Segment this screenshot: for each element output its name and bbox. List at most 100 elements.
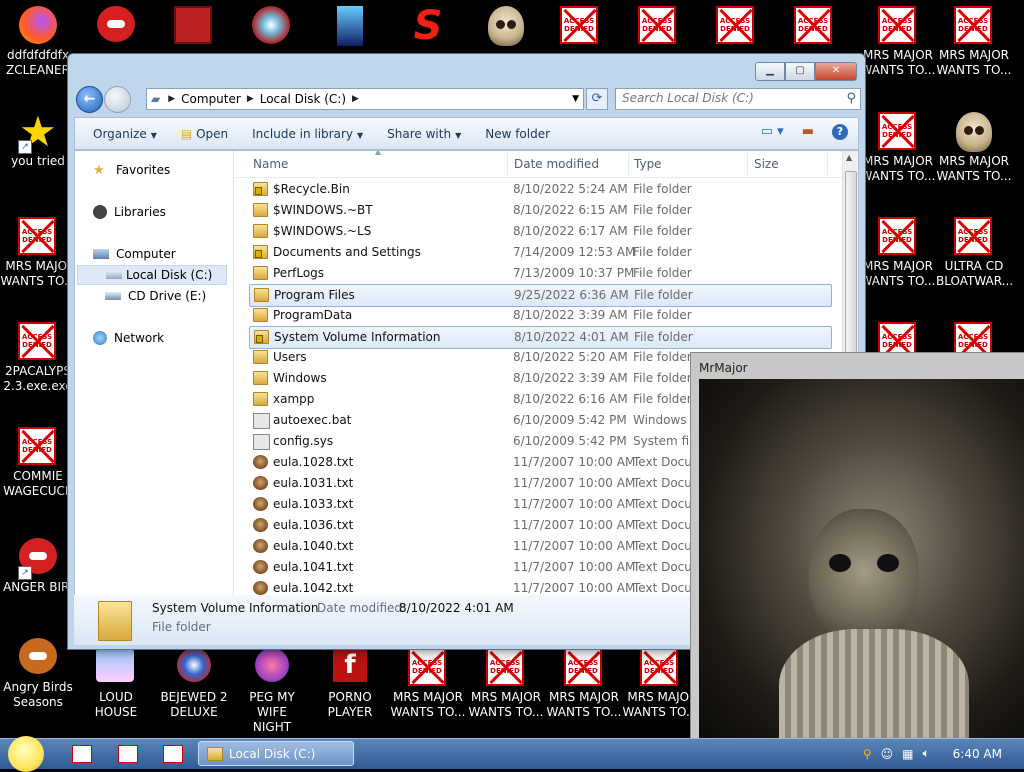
back-button[interactable]: ←	[76, 86, 103, 113]
desktop-icon-mrs-major-r3[interactable]: ACCESS DENIED MRS MAJOR WANTS TO...	[860, 112, 936, 184]
desktop-icon-blue-app[interactable]	[312, 6, 388, 46]
minimize-button[interactable]: ▁	[755, 62, 785, 81]
desktop-icon-loud-house[interactable]: LOUD HOUSE	[78, 648, 154, 720]
refresh-button[interactable]: ⟳	[586, 88, 608, 110]
desktop-icon-mrs-major-b3[interactable]: ACCESS DENIED MRS MAJOR WANTS TO...	[546, 648, 622, 720]
mrmajor-popup[interactable]: MrMajor	[690, 352, 1024, 769]
nav-libraries[interactable]: Libraries	[93, 205, 166, 219]
desktop-icon-label: you tried	[11, 154, 65, 168]
file-row[interactable]: ProgramData 8/10/2022 3:39 AM File folder	[249, 305, 832, 326]
nav-local-disk[interactable]: Local Disk (C:)	[77, 265, 227, 285]
breadcrumb-local-disk[interactable]: Local Disk (C:)	[254, 89, 352, 109]
column-type[interactable]: Type	[634, 157, 662, 171]
column-date-modified[interactable]: Date modified	[514, 157, 599, 171]
desktop-icon-bejeweled-2[interactable]: BEJEWED 2 DELUXE	[156, 648, 232, 720]
nav-computer[interactable]: Computer	[93, 247, 176, 261]
desktop-icon-anger-birds[interactable]: ↗ ANGER BIRI	[0, 538, 76, 595]
desktop-icon-mrs-major-r1[interactable]: ACCESS DENIED MRS MAJOR WANTS TO...	[860, 6, 936, 78]
search-input[interactable]	[616, 89, 838, 107]
scrollbar-thumb[interactable]	[845, 171, 857, 373]
file-row[interactable]: $WINDOWS.~BT 8/10/2022 6:15 AM File folder	[249, 200, 832, 221]
desktop-icon-denied-top-4[interactable]: ACCESS DENIED	[776, 6, 852, 46]
desktop-icon-label: LOUD HOUSE	[94, 690, 138, 719]
desktop-icon-2pacalypse[interactable]: ACCESS DENIED 2PACALYPS 2.3.exe.exe	[0, 322, 76, 394]
nav-cd-drive[interactable]: CD Drive (E:)	[105, 289, 206, 303]
desktop-icon-mrs-major-r5[interactable]: ACCESS DENIED MRS MAJOR WANTS TO...	[860, 217, 936, 289]
text-file-icon	[253, 560, 268, 574]
desktop-icon-skull[interactable]	[468, 6, 544, 46]
desktop-icon-s-app[interactable]: S	[390, 6, 466, 46]
breadcrumb-separator-icon[interactable]: ▶	[168, 89, 175, 109]
preview-pane-icon[interactable]: ▬	[802, 124, 814, 140]
desktop-icon-firefox[interactable]: ddfdfdfdfx ZCLEANER	[0, 6, 76, 78]
share-with-button[interactable]: Share with ▼	[375, 127, 473, 141]
desktop-icon-player[interactable]: f PORNO PLAYER	[312, 648, 388, 720]
help-icon[interactable]: ?	[832, 124, 848, 140]
desktop-icon-denied-top-2[interactable]: ACCESS DENIED	[620, 6, 696, 46]
file-row[interactable]: PerfLogs 7/13/2009 10:37 PM File folder	[249, 263, 832, 284]
organize-button[interactable]: Organize ▼	[75, 127, 169, 141]
file-name: $Recycle.Bin	[273, 182, 350, 196]
file-row[interactable]: $Recycle.Bin 8/10/2022 5:24 AM File folder	[249, 179, 832, 200]
angry-bird-icon	[96, 6, 136, 46]
desktop-icon-minecraft[interactable]	[156, 6, 232, 46]
forward-button[interactable]	[104, 86, 131, 113]
desktop-icon-label: Angry Birds Seasons	[3, 680, 73, 709]
desktop-icon-skull-r[interactable]: MRS MAJOR WANTS TO...	[936, 112, 1012, 184]
desktop-icon-bejeweled[interactable]	[234, 6, 310, 46]
pinned-app-icon[interactable]	[163, 745, 183, 763]
column-name[interactable]: Name	[253, 157, 288, 171]
file-row[interactable]: System Volume Information 8/10/2022 4:01 …	[249, 326, 832, 349]
taskbar-item-local-disk[interactable]: Local Disk (C:)	[198, 741, 354, 766]
desktop-icon-mrs-major-b1[interactable]: ACCESS DENIED MRS MAJOR WANTS TO...	[390, 648, 466, 720]
nav-network[interactable]: Network	[93, 331, 164, 345]
file-type: File folder	[633, 392, 692, 406]
desktop-icon-angry-birds-seasons[interactable]: Angry Birds Seasons	[0, 638, 76, 710]
desktop-icon-mrs-major-r2[interactable]: ACCESS DENIED MRS MAJOR WANTS TO...	[936, 6, 1012, 78]
desktop-icon-angry-birds-space[interactable]	[78, 6, 154, 46]
access-denied-icon: ACCESS DENIED	[564, 648, 604, 688]
desktop-icon-mrs-major-b4[interactable]: ACCESS DENIED MRS MAJOI WANTS TO...	[622, 648, 698, 720]
desktop-icon-denied-top-1[interactable]: ACCESS DENIED	[542, 6, 618, 46]
folder-icon	[253, 371, 268, 385]
breadcrumb-separator-icon[interactable]: ▶	[352, 89, 359, 109]
search-box[interactable]: ⚲	[615, 88, 861, 110]
close-button[interactable]: ✕	[815, 62, 857, 81]
breadcrumb-separator-icon[interactable]: ▶	[247, 89, 254, 109]
file-row[interactable]: Program Files 9/25/2022 6:36 AM File folde…	[249, 284, 832, 307]
open-button[interactable]: ▤ Open	[169, 127, 240, 141]
file-name: eula.1036.txt	[273, 518, 354, 532]
desktop-icon-you-tried[interactable]: ★ ↗ you tried	[0, 111, 76, 169]
file-row[interactable]: $WINDOWS.~LS 8/10/2022 6:17 AM File folder	[249, 221, 832, 242]
chevron-down-icon[interactable]: ▼	[572, 89, 579, 109]
search-icon[interactable]: ⚲	[846, 91, 856, 106]
column-size[interactable]: Size	[754, 157, 779, 171]
nav-favorites[interactable]: ★ Favorites	[93, 163, 170, 178]
new-folder-button[interactable]: New folder	[473, 127, 562, 141]
desktop-icon-ultra-cd[interactable]: ACCESS DENIED ULTRA CD BLOATWAR...	[936, 217, 1013, 289]
locked-folder-icon	[253, 245, 268, 259]
start-button[interactable]	[8, 736, 44, 772]
search-tray-icon[interactable]: ⚲	[863, 747, 872, 761]
pinned-app-icon[interactable]	[72, 745, 92, 763]
navigation-pane: ★ Favorites Libraries Computer Local Disk…	[75, 151, 234, 595]
pinned-app-icon[interactable]	[118, 745, 138, 763]
address-bar[interactable]: ▰ ▶ Computer ▶ Local Disk (C:) ▶ ▼	[146, 88, 584, 110]
network-tray-icon[interactable]: ▦	[902, 747, 913, 761]
desktop-icon-peg[interactable]: PEG MY WIFE NIGHT	[234, 648, 310, 735]
file-row[interactable]: Documents and Settings 7/14/2009 12:53 AM…	[249, 242, 832, 263]
scroll-up-icon[interactable]: ▲	[846, 153, 852, 162]
desktop-icon-commie[interactable]: ACCESS DENIED COMMIE WAGECUCK	[0, 427, 76, 499]
messenger-icon[interactable]: ☺	[881, 747, 894, 761]
clock[interactable]: 6:40 AM	[953, 747, 1002, 761]
desktop-icon-mrs-major-b2[interactable]: ACCESS DENIED MRS MAJOR WANTS TO...	[468, 648, 544, 720]
include-in-library-button[interactable]: Include in library ▼	[240, 127, 375, 141]
desktop-icon-mrs-major[interactable]: ACCESS DENIED MRS MAJOI WANTS TO...	[0, 217, 76, 289]
file-date-modified: 11/7/2007 10:00 AM	[513, 476, 636, 490]
skull-icon	[954, 112, 994, 152]
volume-icon[interactable]: 🔈︎	[922, 746, 929, 761]
maximize-button[interactable]: ▢	[785, 62, 815, 81]
view-options-icon[interactable]: ▭ ▾	[761, 124, 784, 140]
breadcrumb-computer[interactable]: Computer	[175, 89, 247, 109]
desktop-icon-denied-top-3[interactable]: ACCESS DENIED	[698, 6, 774, 46]
